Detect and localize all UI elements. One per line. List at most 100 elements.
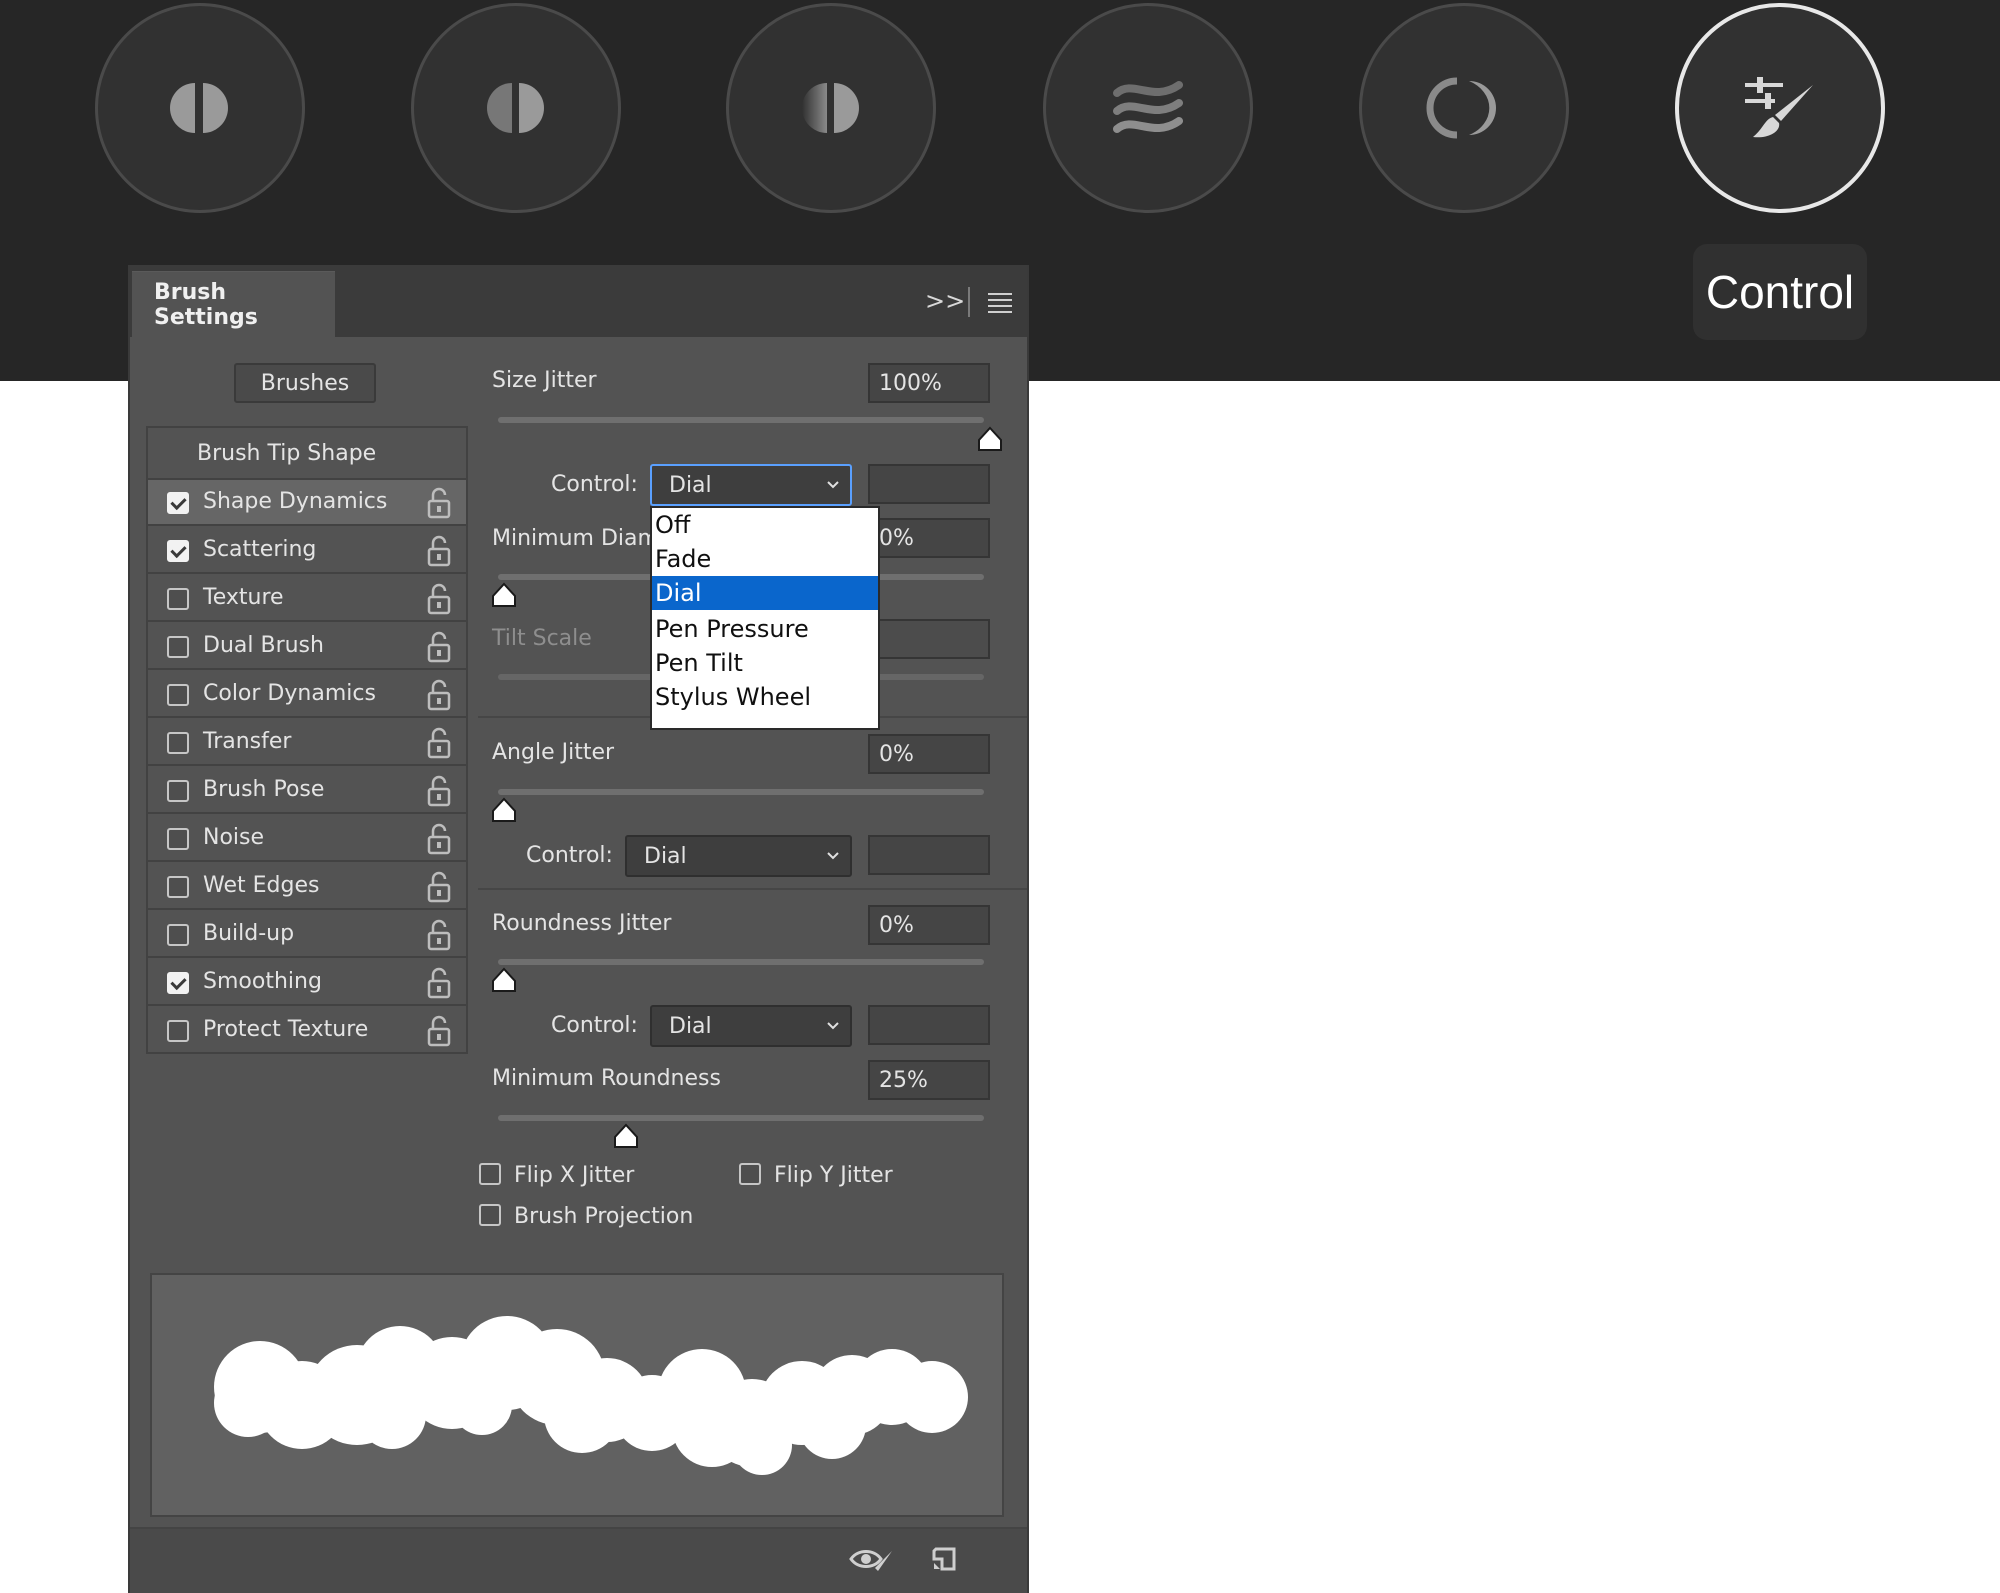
roundness-control-extra-field[interactable] xyxy=(868,1005,990,1045)
flip-y-jitter-checkbox[interactable] xyxy=(739,1163,761,1185)
option-checkbox[interactable] xyxy=(167,828,189,850)
crescent-mode-button[interactable] xyxy=(1359,3,1569,213)
roundness-jitter-slider[interactable] xyxy=(498,959,984,965)
half-circle-outline-icon xyxy=(487,83,544,133)
size-jitter-field[interactable]: 100% xyxy=(868,363,990,403)
flip-y-jitter-label: Flip Y Jitter xyxy=(774,1163,893,1188)
option-label: Texture xyxy=(203,585,284,610)
panel-tab-brush-settings[interactable]: Brush Settings xyxy=(132,271,335,337)
angle-control-extra-field[interactable] xyxy=(868,835,990,875)
control-mode-button[interactable] xyxy=(1675,3,1885,213)
option-checkbox[interactable] xyxy=(167,876,189,898)
brush-option-dual-brush[interactable]: Dual Brush xyxy=(148,624,466,670)
minimum-roundness-field[interactable]: 25% xyxy=(868,1060,990,1100)
roundness-jitter-field[interactable]: 0% xyxy=(868,905,990,945)
option-checkbox[interactable] xyxy=(167,636,189,658)
brushes-button[interactable]: Brushes xyxy=(234,363,376,403)
brush-option-wet-edges[interactable]: Wet Edges xyxy=(148,864,466,910)
dropdown-option-pen-pressure[interactable]: Pen Pressure xyxy=(652,612,878,646)
panel-menu-icon[interactable] xyxy=(988,291,1012,313)
brush-option-build-up[interactable]: Build-up xyxy=(148,912,466,958)
option-label: Brush Pose xyxy=(203,777,325,802)
half-circle-icon xyxy=(170,83,228,133)
roundness-jitter-thumb[interactable] xyxy=(490,966,518,994)
size-control-extra-field[interactable] xyxy=(868,464,990,504)
option-checkbox[interactable] xyxy=(167,588,189,610)
flip-x-jitter-checkbox[interactable] xyxy=(479,1163,501,1185)
brush-option-protect-texture[interactable]: Protect Texture xyxy=(148,1008,466,1054)
angle-control-label: Control: xyxy=(526,843,613,868)
option-checkbox[interactable] xyxy=(167,1020,189,1042)
lock-icon[interactable] xyxy=(426,967,452,999)
option-label: Wet Edges xyxy=(203,873,320,898)
lock-icon[interactable] xyxy=(426,871,452,903)
minimum-roundness-slider[interactable] xyxy=(498,1115,984,1121)
option-checkbox[interactable] xyxy=(167,780,189,802)
option-checkbox[interactable] xyxy=(167,684,189,706)
option-label: Build-up xyxy=(203,921,295,946)
option-checkbox[interactable] xyxy=(167,924,189,946)
brush-settings-panel: Brush Settings >> Brushes Brush Tip Shap… xyxy=(128,265,1029,1593)
lock-icon[interactable] xyxy=(426,583,452,615)
gradient-circle-mode-button[interactable] xyxy=(726,3,936,213)
minimum-diameter-field[interactable]: 0% xyxy=(868,518,990,558)
lock-icon[interactable] xyxy=(426,1015,452,1047)
brush-stroke-image xyxy=(214,1316,968,1475)
angle-jitter-field[interactable]: 0% xyxy=(868,734,990,774)
minimum-diameter-thumb[interactable] xyxy=(490,581,518,609)
brush-projection-checkbox[interactable] xyxy=(479,1204,501,1226)
brush-option-shape-dynamics[interactable]: Shape Dynamics xyxy=(148,480,466,526)
option-label: Smoothing xyxy=(203,969,322,994)
size-jitter-slider[interactable] xyxy=(498,417,984,423)
dropdown-option-dial[interactable]: Dial xyxy=(652,576,878,610)
dropdown-option-off[interactable]: Off xyxy=(652,508,878,542)
minimum-roundness-thumb[interactable] xyxy=(612,1122,640,1150)
angle-control-value: Dial xyxy=(644,843,687,869)
brush-projection-option[interactable]: Brush Projection xyxy=(479,1202,779,1232)
lock-icon[interactable] xyxy=(426,727,452,759)
waves-mode-button[interactable] xyxy=(1043,3,1253,213)
half-circle-mode-button[interactable] xyxy=(95,3,305,213)
lock-icon[interactable] xyxy=(426,919,452,951)
option-checkbox[interactable] xyxy=(167,732,189,754)
lock-icon[interactable] xyxy=(426,823,452,855)
lock-icon[interactable] xyxy=(426,631,452,663)
brush-option-brush-pose[interactable]: Brush Pose xyxy=(148,768,466,814)
roundness-control-select[interactable]: Dial xyxy=(650,1005,852,1047)
section-divider xyxy=(478,888,1027,890)
option-checkbox[interactable] xyxy=(167,972,189,994)
brush-option-texture[interactable]: Texture xyxy=(148,576,466,622)
collapse-panel-button[interactable]: >> xyxy=(925,287,965,315)
brush-option-scattering[interactable]: Scattering xyxy=(148,528,466,574)
tilt-scale-field xyxy=(868,619,990,659)
dropdown-option-fade[interactable]: Fade xyxy=(652,542,878,576)
angle-jitter-thumb[interactable] xyxy=(490,796,518,824)
lock-icon[interactable] xyxy=(426,679,452,711)
dropdown-option-pen-tilt[interactable]: Pen Tilt xyxy=(652,646,878,680)
dropdown-option-stylus-wheel[interactable]: Stylus Wheel xyxy=(652,680,878,714)
brush-tip-shape-item[interactable]: Brush Tip Shape xyxy=(148,428,466,480)
brush-option-transfer[interactable]: Transfer xyxy=(148,720,466,766)
brush-option-smoothing[interactable]: Smoothing xyxy=(148,960,466,1006)
brush-option-noise[interactable]: Noise xyxy=(148,816,466,862)
panel-header: Brush Settings >> xyxy=(130,265,1027,337)
angle-jitter-slider[interactable] xyxy=(498,789,984,795)
lock-icon[interactable] xyxy=(426,535,452,567)
half-circle-outline-mode-button[interactable] xyxy=(411,3,621,213)
lock-icon[interactable] xyxy=(426,487,452,519)
size-control-select[interactable]: Dial xyxy=(650,464,852,506)
flip-x-jitter-option[interactable]: Flip X Jitter xyxy=(479,1161,729,1191)
control-tooltip: Control xyxy=(1693,244,1867,340)
option-checkbox[interactable] xyxy=(167,540,189,562)
header-divider xyxy=(968,287,970,317)
size-jitter-thumb[interactable] xyxy=(976,425,1004,453)
lock-icon[interactable] xyxy=(426,775,452,807)
crescent-icon xyxy=(1426,77,1496,139)
flip-y-jitter-option[interactable]: Flip Y Jitter xyxy=(739,1161,989,1191)
brush-option-color-dynamics[interactable]: Color Dynamics xyxy=(148,672,466,718)
toggle-live-tip-preview-icon[interactable] xyxy=(848,1545,894,1575)
option-checkbox[interactable] xyxy=(167,492,189,514)
create-new-brush-icon[interactable] xyxy=(930,1545,958,1575)
angle-control-select[interactable]: Dial xyxy=(625,835,852,877)
tilt-scale-label: Tilt Scale xyxy=(492,626,592,651)
